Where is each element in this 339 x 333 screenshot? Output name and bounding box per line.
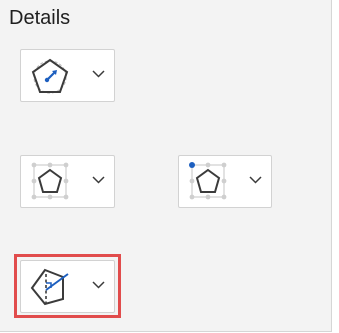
chevron-down-icon — [92, 70, 105, 78]
section-title: Details — [9, 7, 71, 29]
pentagon-apothem-icon — [30, 268, 69, 306]
vertices-dropdown[interactable] — [20, 155, 115, 208]
chevron-down-icon — [92, 176, 105, 184]
apothem-dropdown[interactable] — [20, 260, 115, 313]
chevron-down-icon — [249, 176, 262, 184]
vertex-dropdown[interactable] — [178, 155, 272, 208]
pentagon-vertices-icon — [31, 162, 69, 200]
pentagon-radius-icon — [31, 58, 69, 94]
radius-dropdown[interactable] — [20, 49, 115, 102]
chevron-down-icon — [92, 281, 105, 289]
details-panel: Details — [0, 0, 332, 332]
pentagon-vertex-icon — [189, 162, 227, 200]
